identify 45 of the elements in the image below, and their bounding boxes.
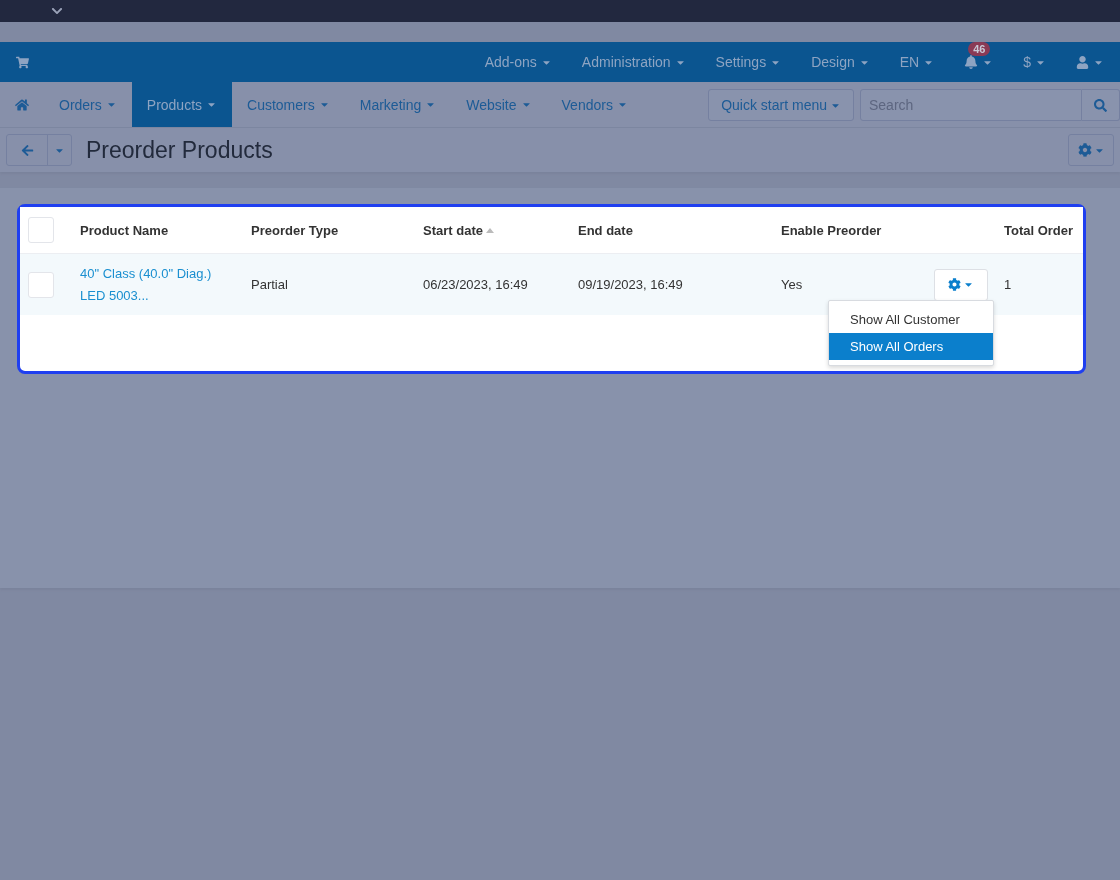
user-menu-button[interactable]	[1076, 55, 1104, 69]
column-header[interactable]: Product Name	[80, 222, 251, 238]
notification-badge: 46	[968, 42, 991, 56]
column-header[interactable]: Total Order	[1004, 222, 1084, 238]
actions-button[interactable]	[934, 268, 988, 301]
top-menu-item[interactable]: $	[1023, 54, 1046, 70]
home-icon	[15, 97, 29, 112]
notifications-button[interactable]	[964, 55, 994, 69]
top-menu-item[interactable]: Administration	[581, 54, 686, 70]
column-header[interactable]: Preorder Type	[251, 222, 423, 238]
arrow-left-icon	[20, 143, 34, 157]
product-link[interactable]: 40" Class (40.0" Diag.) LED 5003...	[80, 262, 230, 307]
user-icon	[1076, 55, 1089, 69]
menu-item[interactable]: Show All Customer	[829, 306, 993, 333]
table-cell-text: 1	[1004, 277, 1013, 292]
menu-item[interactable]: Show All Orders	[829, 333, 993, 360]
table-cell: Yes	[781, 277, 803, 292]
nav-tab[interactable]: Website	[451, 82, 547, 127]
gear-icon	[948, 278, 961, 291]
top-menu-item[interactable]: Settings	[715, 54, 782, 70]
nav-tab[interactable]: Orders	[44, 82, 132, 127]
search-icon	[1094, 98, 1107, 112]
gear-icon	[1077, 143, 1092, 157]
nav-tab[interactable]: Marketing	[344, 82, 452, 127]
nav-tab[interactable]: Vendors	[546, 82, 643, 127]
checkbox[interactable]	[28, 271, 54, 298]
quick-start-button[interactable]: Quick start menu	[708, 89, 854, 121]
nav-tab[interactable]: Customers	[232, 82, 345, 127]
search-button[interactable]	[1082, 89, 1120, 121]
top-menu-item[interactable]: Add-ons	[484, 54, 552, 70]
settings-button[interactable]	[1068, 134, 1114, 166]
table-cell-text: 09/19/2023, 16:49	[578, 277, 684, 292]
bell-icon	[964, 55, 979, 69]
table-cell-text: 06/23/2023, 16:49	[423, 277, 529, 292]
checkbox[interactable]	[28, 217, 54, 243]
chevron-down-icon[interactable]	[51, 5, 63, 17]
nav-tab[interactable]: Products	[131, 82, 233, 127]
column-header[interactable]: Enable Preorder	[781, 222, 1004, 238]
table-cell-text: Partial	[251, 277, 289, 292]
page-title: Preorder Products	[86, 136, 273, 164]
top-menu-item[interactable]: Design	[811, 54, 870, 70]
cart-icon[interactable]	[16, 55, 29, 69]
column-header[interactable]: End date	[578, 222, 781, 238]
column-header[interactable]: Start date	[423, 222, 578, 238]
top-menu-item[interactable]: EN	[899, 54, 935, 70]
